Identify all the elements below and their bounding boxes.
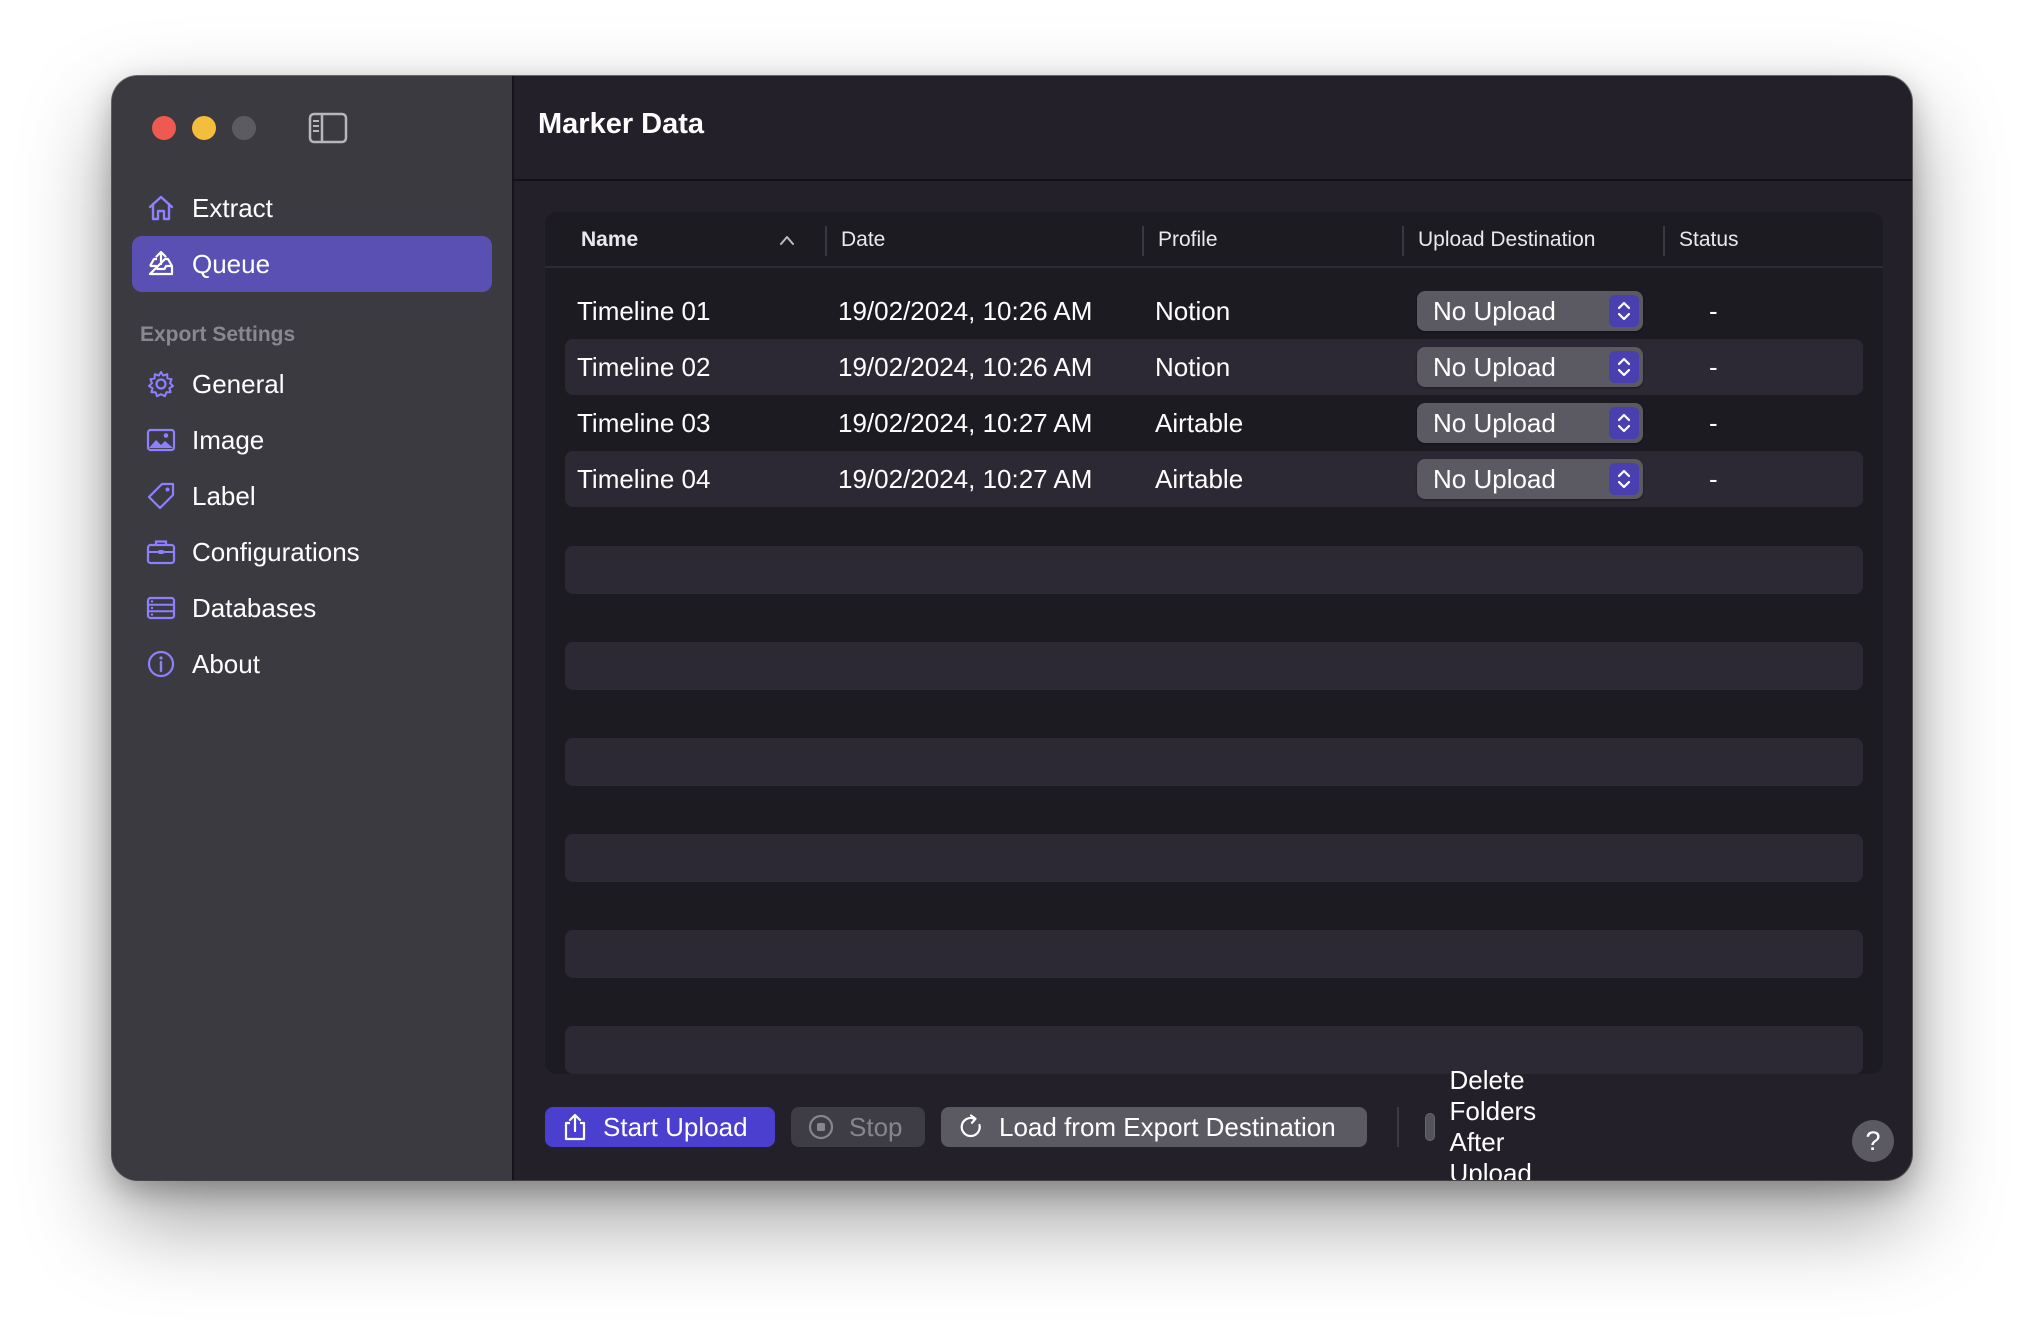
delete-folders-after-upload-toggle[interactable]: Delete Folders After Upload [1425,1065,1554,1180]
cell-date: 19/02/2024, 10:26 AM [838,351,1093,382]
table-row[interactable]: Timeline 03 19/02/2024, 10:27 AM Airtabl… [565,395,1863,451]
cell-profile: Airtable [1155,463,1244,494]
sidebar-item-label: General [192,368,285,399]
page-title: Marker Data [538,108,705,140]
sidebar-item-label: Image [192,424,265,455]
column-header-name[interactable]: Name [581,212,638,268]
sidebar-item-image[interactable]: Image [132,412,492,468]
chevron-up-down-icon [1609,463,1639,495]
column-header-upload-destination[interactable]: Upload Destination [1401,212,1595,268]
cell-status: - [1709,351,1718,382]
load-from-export-label: Load from Export Destination [999,1111,1336,1142]
queue-table: Name Date Profile Upload Destination Sta… [545,212,1883,1074]
stop-button[interactable]: Stop [791,1107,925,1147]
zoom-window-button[interactable] [232,116,256,140]
empty-table-row [565,546,1863,594]
sidebar-item-general[interactable]: General [132,356,492,412]
upload-destination-popup[interactable]: No Upload [1417,459,1643,499]
info-circle-icon [146,649,176,679]
empty-table-row [565,930,1863,978]
column-header-status[interactable]: Status [1663,212,1739,268]
cell-date: 19/02/2024, 10:27 AM [838,407,1093,438]
sidebar-divider [512,76,514,1180]
cell-name: Timeline 03 [577,407,711,438]
cell-status: - [1709,407,1718,438]
sidebar-item-about[interactable]: About [132,636,492,692]
sort-ascending-icon[interactable] [779,234,795,246]
popup-value: No Upload [1433,407,1556,438]
upload-destination-popup[interactable]: No Upload [1417,291,1643,331]
briefcase-icon [146,537,176,567]
sidebar-item-label: Extract [192,192,273,223]
start-upload-button[interactable]: Start Upload [545,1107,775,1147]
cell-profile: Notion [1155,295,1231,326]
empty-table-row [565,642,1863,690]
sidebar-item-databases[interactable]: Databases [132,580,492,636]
cell-date: 19/02/2024, 10:26 AM [838,295,1093,326]
stop-label: Stop [849,1111,903,1142]
cell-status: - [1709,463,1718,494]
sidebar-item-label: Databases [192,592,317,623]
minimize-window-button[interactable] [192,116,216,140]
upload-destination-popup[interactable]: No Upload [1417,347,1643,387]
sidebar-item-configurations[interactable]: Configurations [132,524,492,580]
table-header: Name Date Profile Upload Destination Sta… [545,212,1883,268]
delete-folders-label: Delete Folders After Upload [1449,1065,1537,1180]
cell-date: 19/02/2024, 10:27 AM [838,463,1093,494]
sidebar-item-queue[interactable]: Queue [132,236,492,292]
popup-value: No Upload [1433,295,1556,326]
chevron-up-down-icon [1609,295,1639,327]
load-from-export-destination-button[interactable]: Load from Export Destination [941,1107,1367,1147]
app-window: Extract Queue Export Settings General Im… [112,76,1912,1180]
export-settings-section-label: Export Settings [140,323,296,346]
upload-destination-popup[interactable]: No Upload [1417,403,1643,443]
sidebar: Extract Queue Export Settings General Im… [112,76,512,1180]
cell-profile: Airtable [1155,407,1244,438]
chevron-up-down-icon [1609,407,1639,439]
checkbox[interactable] [1425,1113,1436,1141]
close-window-button[interactable] [152,116,176,140]
action-bar-separator [1397,1107,1399,1147]
header-divider [514,179,1912,181]
photo-icon [146,425,176,455]
house-icon [146,193,176,223]
sidebar-item-label: Label [192,480,256,511]
help-button[interactable]: ? [1852,1120,1894,1162]
sidebar-item-label: Queue [192,248,271,279]
cell-status: - [1709,295,1718,326]
chevron-up-down-icon [1609,351,1639,383]
refresh-icon [957,1113,985,1141]
empty-table-row [565,834,1863,882]
share-upload-icon [561,1113,589,1141]
start-upload-label: Start Upload [603,1111,748,1142]
sidebar-item-label[interactable]: Label [132,468,492,524]
empty-table-row [565,738,1863,786]
tag-icon [146,481,176,511]
table-row[interactable]: Timeline 02 19/02/2024, 10:26 AM Notion … [565,339,1863,395]
gear-icon [146,369,176,399]
server-rack-icon [146,593,176,623]
cell-name: Timeline 02 [577,351,711,382]
column-header-date[interactable]: Date [824,212,885,268]
cell-name: Timeline 01 [577,295,711,326]
cell-profile: Notion [1155,351,1231,382]
empty-table-row [565,1026,1863,1074]
sidebar-item-label: About [192,648,260,679]
popup-value: No Upload [1433,463,1556,494]
sidebar-item-extract[interactable]: Extract [132,180,492,236]
popup-value: No Upload [1433,351,1556,382]
column-header-profile[interactable]: Profile [1142,212,1218,268]
stop-circle-icon [807,1113,835,1141]
table-row[interactable]: Timeline 01 19/02/2024, 10:26 AM Notion … [565,283,1863,339]
table-row[interactable]: Timeline 04 19/02/2024, 10:27 AM Airtabl… [565,451,1863,507]
cell-name: Timeline 04 [577,463,711,494]
sidebar-toggle-icon[interactable] [308,112,348,144]
sidebar-item-label: Configurations [192,536,360,567]
tray-upload-icon [146,249,176,279]
